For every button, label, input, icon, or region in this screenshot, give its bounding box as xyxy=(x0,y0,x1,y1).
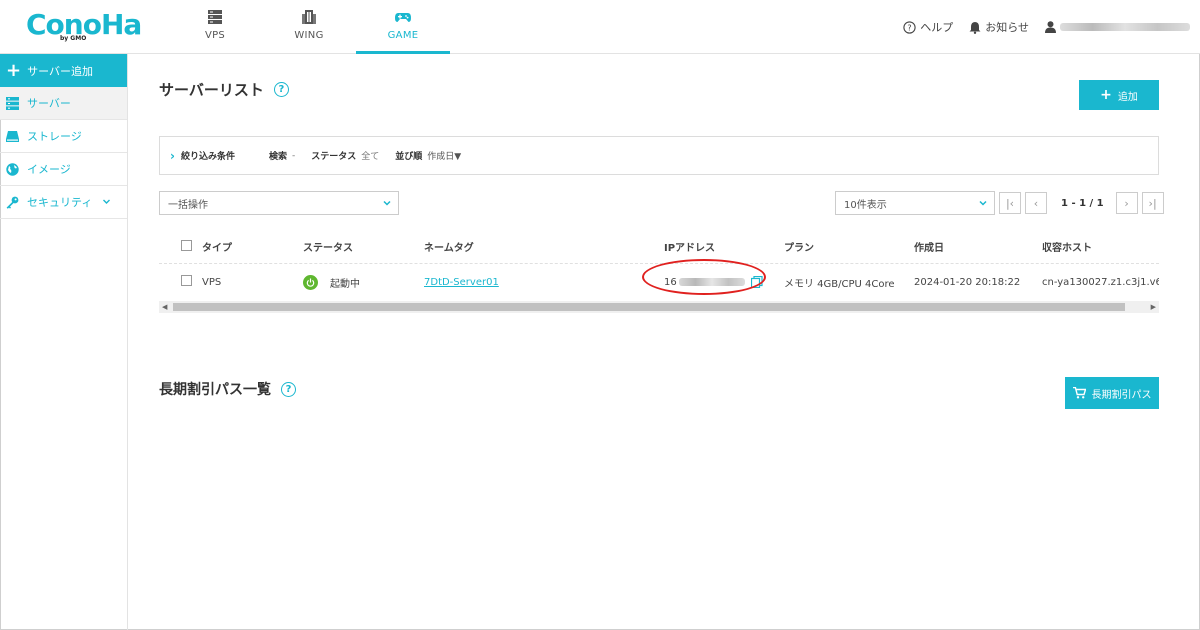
tab-vps-label: VPS xyxy=(204,30,226,41)
chevron-down-icon xyxy=(383,200,391,206)
chevron-down-icon xyxy=(979,200,987,206)
add-button-label: 追加 xyxy=(1117,91,1138,103)
sidebar: + サーバー追加 サーバー ストレージ イメージ セキュリティ xyxy=(0,54,128,630)
tab-game[interactable]: GAME xyxy=(356,0,450,54)
plus-icon: + xyxy=(6,59,22,81)
user-menu[interactable] xyxy=(1045,21,1190,33)
tab-game-label: GAME xyxy=(387,30,419,41)
sidebar-item-label: イメージ xyxy=(27,163,71,176)
pagination: |‹ ‹ 1 - 1 / 1 › ›| xyxy=(999,191,1168,215)
col-plan[interactable]: プラン xyxy=(784,239,914,254)
tab-vps[interactable]: VPS xyxy=(168,0,262,54)
bulk-action-value: 一括操作 xyxy=(168,199,208,211)
filter-label: 絞り込み条件 xyxy=(180,152,235,162)
filter-bar[interactable]: › 絞り込み条件 検索 - ステータス 全て 並び順 作成日▼ xyxy=(159,136,1159,175)
key-icon xyxy=(6,196,19,209)
help-label: ヘルプ xyxy=(920,21,954,34)
chevron-right-icon: › xyxy=(170,148,175,163)
power-icon xyxy=(303,274,318,290)
add-button[interactable]: + 追加 xyxy=(1079,80,1159,110)
top-header: ConoHa by GMO VPS WING GAME ? ヘルプ お知らせ xyxy=(0,0,1200,54)
sidebar-item-server[interactable]: サーバー xyxy=(0,87,127,120)
scrollbar-thumb[interactable] xyxy=(173,303,1125,311)
sidebar-item-label: サーバー xyxy=(27,97,71,110)
chevron-down-icon xyxy=(103,199,110,204)
row-status: 起動中 xyxy=(303,274,424,290)
add-server-label: サーバー追加 xyxy=(27,64,93,78)
server-list-title: サーバーリスト ? xyxy=(159,79,289,100)
row-type: VPS xyxy=(202,276,222,288)
bell-icon xyxy=(969,21,981,34)
bulk-action-select[interactable]: 一括操作 xyxy=(159,191,399,215)
col-name-tag[interactable]: ネームタグ xyxy=(424,239,664,254)
row-ip: 16 xyxy=(642,259,784,295)
notice-link[interactable]: お知らせ xyxy=(969,19,1029,35)
row-created: 2024-01-20 20:18:22 xyxy=(914,276,1021,288)
server-stack-icon xyxy=(208,10,222,24)
tab-wing-label: WING xyxy=(294,30,324,41)
per-page-value: 10件表示 xyxy=(844,199,887,211)
cart-icon xyxy=(1072,387,1086,399)
sidebar-item-storage[interactable]: ストレージ xyxy=(0,120,127,153)
globe-icon xyxy=(6,162,19,176)
help-icon[interactable]: ? xyxy=(281,381,296,397)
col-created[interactable]: 作成日 xyxy=(914,239,1042,254)
user-name-redacted xyxy=(1060,23,1190,31)
col-host[interactable]: 収容ホスト xyxy=(1042,239,1159,254)
gamepad-icon xyxy=(395,13,411,22)
section-title: 長期割引パス一覧 xyxy=(159,382,271,398)
per-page-select[interactable]: 10件表示 xyxy=(835,191,995,215)
tab-wing[interactable]: WING xyxy=(262,0,356,54)
page-title: サーバーリスト xyxy=(159,81,264,99)
server-icon xyxy=(6,96,19,110)
help-link[interactable]: ? ヘルプ xyxy=(903,19,953,35)
next-page-button[interactable]: › xyxy=(1115,192,1138,214)
user-icon xyxy=(1045,21,1056,33)
highlight-ellipse xyxy=(642,259,766,295)
plus-icon: + xyxy=(1100,87,1112,103)
table-header: タイプ ステータス ネームタグ IPアドレス プラン 作成日 収容ホスト xyxy=(159,230,1159,264)
filter-search-value: - xyxy=(291,150,296,161)
col-type[interactable]: タイプ xyxy=(181,239,303,254)
notice-label: お知らせ xyxy=(985,21,1029,34)
filter-status-value: 全て xyxy=(361,152,380,162)
building-icon xyxy=(302,10,316,24)
logo-sub: by GMO xyxy=(60,35,87,42)
discount-pass-button[interactable]: 長期割引パス xyxy=(1065,377,1159,409)
sidebar-item-security[interactable]: セキュリティ xyxy=(0,186,127,219)
row-host: cn-ya130027.z1.c3j1.v6 xyxy=(1042,276,1159,288)
prev-page-button[interactable]: ‹ xyxy=(1025,192,1047,214)
filter-sort-key: 並び順 xyxy=(395,152,423,162)
sidebar-item-label: ストレージ xyxy=(27,130,82,143)
help-circle-icon: ? xyxy=(903,20,916,34)
conoha-logo[interactable]: ConoHa by GMO xyxy=(26,8,142,44)
service-nav: VPS WING GAME xyxy=(168,0,450,54)
col-status[interactable]: ステータス xyxy=(303,239,424,254)
scroll-left-arrow-icon[interactable]: ◀ xyxy=(162,303,167,311)
help-icon[interactable]: ? xyxy=(273,82,289,97)
col-ip[interactable]: IPアドレス xyxy=(664,239,784,254)
horizontal-scrollbar[interactable]: ◀ ▶ xyxy=(159,301,1159,313)
page-info: 1 - 1 / 1 xyxy=(1061,197,1104,209)
main-content: サーバーリスト ? + 追加 › 絞り込み条件 検索 - ステータス 全て 並び… xyxy=(128,54,1200,630)
svg-text:?: ? xyxy=(908,23,912,32)
sidebar-item-label: セキュリティ xyxy=(27,196,93,209)
scroll-right-arrow-icon[interactable]: ▶ xyxy=(1151,303,1156,311)
filter-status-key: ステータス xyxy=(311,152,357,162)
status-text: 起動中 xyxy=(330,278,360,290)
name-tag-link[interactable]: 7DtD-Server01 xyxy=(424,277,499,288)
add-server-button[interactable]: + サーバー追加 xyxy=(0,54,127,87)
storage-icon xyxy=(6,130,19,142)
row-plan: メモリ 4GB/CPU 4Core xyxy=(784,278,895,290)
discount-pass-title: 長期割引パス一覧 ? xyxy=(159,379,296,399)
sidebar-item-image[interactable]: イメージ xyxy=(0,153,127,186)
discount-pass-label: 長期割引パス xyxy=(1091,389,1152,401)
table-row[interactable]: VPS 起動中 7DtD-Server01 16 メモリ 4GB/CPU 4Co… xyxy=(159,259,1159,300)
header-right: ? ヘルプ お知らせ xyxy=(887,0,1190,54)
filter-search-key: 検索 xyxy=(268,152,287,162)
server-table: タイプ ステータス ネームタグ IPアドレス プラン 作成日 収容ホスト VPS… xyxy=(159,230,1159,300)
last-page-button[interactable]: ›| xyxy=(1141,192,1164,214)
first-page-button[interactable]: |‹ xyxy=(999,192,1021,214)
filter-sort-value: 作成日▼ xyxy=(427,152,462,162)
